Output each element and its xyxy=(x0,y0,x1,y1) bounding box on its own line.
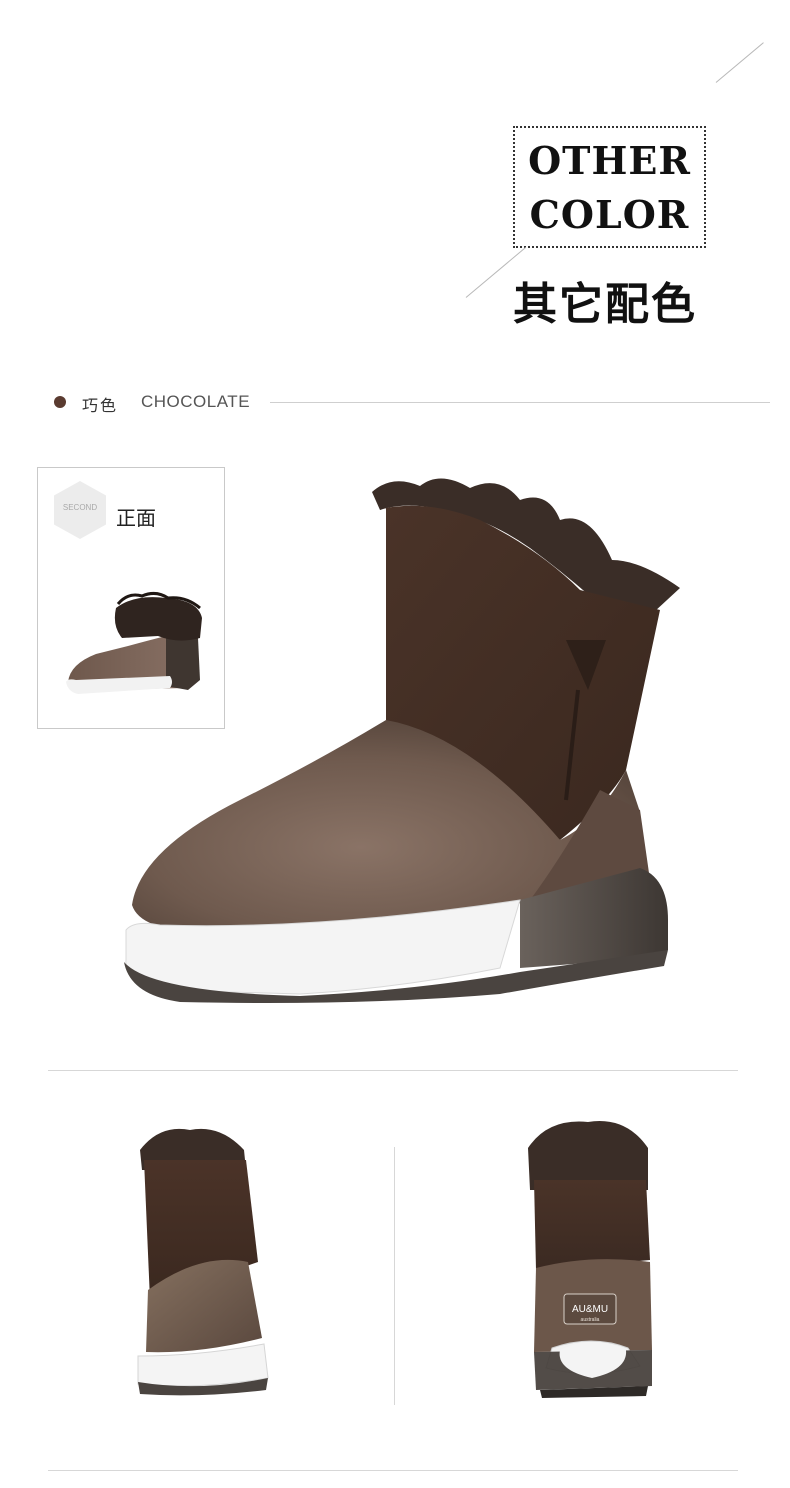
brand-label: AU&MU xyxy=(572,1304,608,1315)
back-view-boot-image: AU&MU australia xyxy=(528,1121,652,1398)
section-divider-bottom xyxy=(48,1470,738,1471)
brand-sublabel: australia xyxy=(581,1317,600,1323)
